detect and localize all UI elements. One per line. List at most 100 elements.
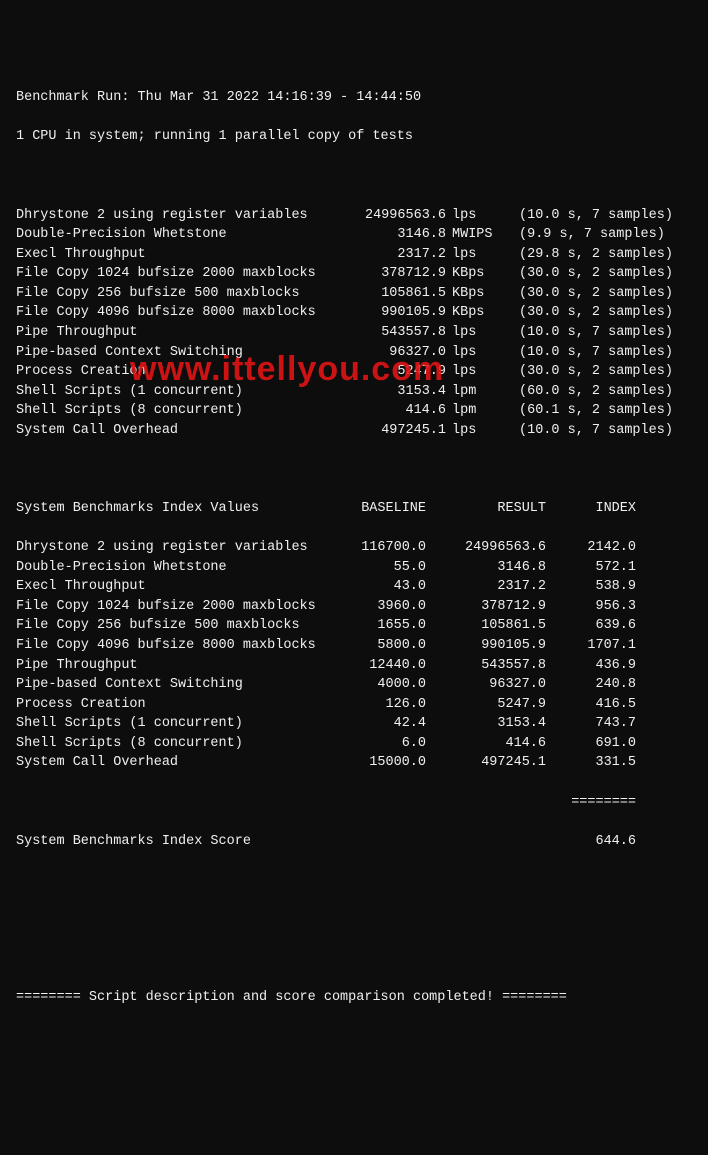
index-baseline: 43.0: [326, 577, 426, 597]
index-value: 436.9: [546, 656, 636, 676]
score-value: 644.6: [546, 832, 636, 852]
test-detail: (60.1 s, 2 samples): [507, 401, 692, 421]
test-row: File Copy 4096 bufsize 8000 maxblocks990…: [16, 303, 692, 323]
test-row: Dhrystone 2 using register variables2499…: [16, 206, 692, 226]
index-value: 331.5: [546, 753, 636, 773]
test-row: Shell Scripts (1 concurrent)3153.4lpm(60…: [16, 382, 692, 402]
score-row: System Benchmarks Index Score644.6: [16, 832, 692, 852]
test-detail: (10.0 s, 7 samples): [507, 206, 692, 226]
index-name: Pipe-based Context Switching: [16, 675, 326, 695]
index-result: 543557.8: [426, 656, 546, 676]
test-value: 5247.9: [336, 362, 446, 382]
test-detail: (10.0 s, 7 samples): [507, 323, 692, 343]
test-value: 414.6: [336, 401, 446, 421]
index-value: 538.9: [546, 577, 636, 597]
index-name: File Copy 1024 bufsize 2000 maxblocks: [16, 597, 326, 617]
test-value: 24996563.6: [336, 206, 446, 226]
index-baseline: 1655.0: [326, 616, 426, 636]
index-baseline: 3960.0: [326, 597, 426, 617]
index-value: 639.6: [546, 616, 636, 636]
index-header-row: System Benchmarks Index ValuesBASELINERE…: [16, 499, 692, 519]
index-result: 24996563.6: [426, 538, 546, 558]
test-row: Process Creation5247.9lps(30.0 s, 2 samp…: [16, 362, 692, 382]
test-value: 378712.9: [336, 264, 446, 284]
index-name: Execl Throughput: [16, 577, 326, 597]
index-baseline: 5800.0: [326, 636, 426, 656]
test-name: Shell Scripts (8 concurrent): [16, 401, 336, 421]
test-row: Shell Scripts (8 concurrent)414.6lpm(60.…: [16, 401, 692, 421]
index-row: File Copy 1024 bufsize 2000 maxblocks396…: [16, 597, 692, 617]
test-value: 3146.8: [336, 225, 446, 245]
index-row: Shell Scripts (1 concurrent)42.43153.474…: [16, 714, 692, 734]
test-detail: (29.8 s, 2 samples): [507, 245, 692, 265]
test-row: Execl Throughput2317.2lps(29.8 s, 2 samp…: [16, 245, 692, 265]
index-baseline: 55.0: [326, 558, 426, 578]
index-result: 990105.9: [426, 636, 546, 656]
index-baseline: 116700.0: [326, 538, 426, 558]
index-result: 3153.4: [426, 714, 546, 734]
test-value: 497245.1: [336, 421, 446, 441]
test-unit: lps: [446, 343, 507, 363]
header-line-2: 1 CPU in system; running 1 parallel copy…: [16, 127, 692, 147]
test-row: System Call Overhead497245.1lps(10.0 s, …: [16, 421, 692, 441]
index-row: Shell Scripts (8 concurrent)6.0414.6691.…: [16, 734, 692, 754]
index-result: 414.6: [426, 734, 546, 754]
index-value: 743.7: [546, 714, 636, 734]
index-name: System Call Overhead: [16, 753, 326, 773]
index-baseline: 42.4: [326, 714, 426, 734]
index-row: File Copy 256 bufsize 500 maxblocks1655.…: [16, 616, 692, 636]
index-result: 5247.9: [426, 695, 546, 715]
test-value: 543557.8: [336, 323, 446, 343]
index-name: Process Creation: [16, 695, 326, 715]
index-name: Shell Scripts (1 concurrent): [16, 714, 326, 734]
index-values-block: Dhrystone 2 using register variables1167…: [16, 538, 692, 773]
test-row: Pipe Throughput543557.8lps(10.0 s, 7 sam…: [16, 323, 692, 343]
index-result: 3146.8: [426, 558, 546, 578]
index-name: Shell Scripts (8 concurrent): [16, 734, 326, 754]
test-name: System Call Overhead: [16, 421, 336, 441]
index-header-title: System Benchmarks Index Values: [16, 499, 326, 519]
test-value: 3153.4: [336, 382, 446, 402]
test-unit: KBps: [446, 303, 507, 323]
index-value: 956.3: [546, 597, 636, 617]
index-baseline: 12440.0: [326, 656, 426, 676]
test-detail: (9.9 s, 7 samples): [507, 225, 692, 245]
test-row: File Copy 256 bufsize 500 maxblocks10586…: [16, 284, 692, 304]
index-row: Pipe-based Context Switching4000.096327.…: [16, 675, 692, 695]
index-result: 378712.9: [426, 597, 546, 617]
index-result: 105861.5: [426, 616, 546, 636]
index-result: 2317.2: [426, 577, 546, 597]
index-row: Double-Precision Whetstone55.03146.8572.…: [16, 558, 692, 578]
test-unit: lps: [446, 323, 507, 343]
test-row: Pipe-based Context Switching96327.0lps(1…: [16, 343, 692, 363]
test-row: Double-Precision Whetstone3146.8MWIPS(9.…: [16, 225, 692, 245]
test-name: Process Creation: [16, 362, 336, 382]
index-result: 497245.1: [426, 753, 546, 773]
index-baseline: 15000.0: [326, 753, 426, 773]
index-row: Process Creation126.05247.9416.5: [16, 695, 692, 715]
index-value: 416.5: [546, 695, 636, 715]
test-detail: (30.0 s, 2 samples): [507, 264, 692, 284]
test-unit: lps: [446, 206, 507, 226]
index-header-index: INDEX: [546, 499, 636, 519]
index-value: 691.0: [546, 734, 636, 754]
index-baseline: 126.0: [326, 695, 426, 715]
test-unit: lpm: [446, 401, 507, 421]
test-name: Shell Scripts (1 concurrent): [16, 382, 336, 402]
index-baseline: 6.0: [326, 734, 426, 754]
separator: ========: [546, 793, 636, 813]
index-result: 96327.0: [426, 675, 546, 695]
test-value: 2317.2: [336, 245, 446, 265]
test-unit: lps: [446, 421, 507, 441]
index-value: 572.1: [546, 558, 636, 578]
footer-line: ======== Script description and score co…: [16, 988, 692, 1008]
test-name: Pipe Throughput: [16, 323, 336, 343]
test-name: File Copy 1024 bufsize 2000 maxblocks: [16, 264, 336, 284]
test-detail: (30.0 s, 2 samples): [507, 303, 692, 323]
separator-row: ========: [16, 793, 692, 813]
index-row: System Call Overhead15000.0497245.1331.5: [16, 753, 692, 773]
index-value: 240.8: [546, 675, 636, 695]
index-value: 1707.1: [546, 636, 636, 656]
test-name: Dhrystone 2 using register variables: [16, 206, 336, 226]
test-detail: (30.0 s, 2 samples): [507, 284, 692, 304]
